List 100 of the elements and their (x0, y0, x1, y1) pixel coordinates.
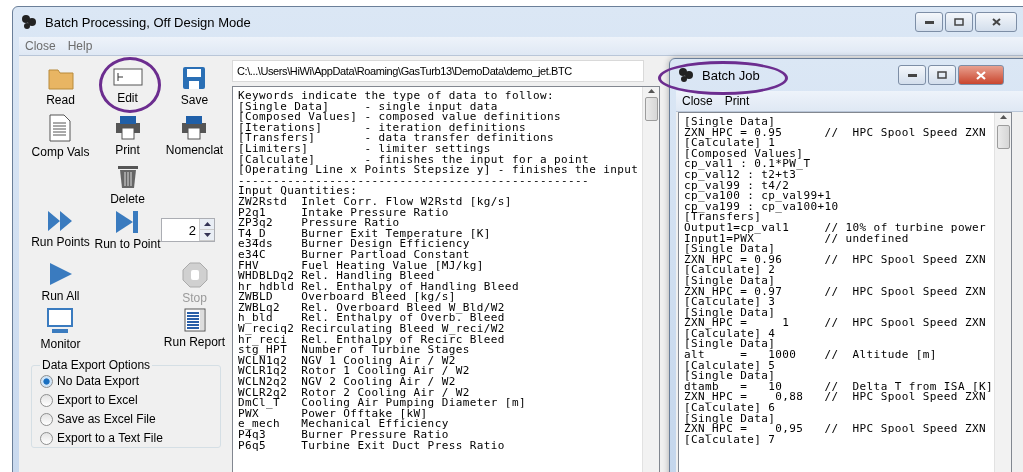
toolbar-button[interactable]: Delete (110, 161, 145, 208)
play-icon (48, 262, 73, 286)
group-title: Data Export Options (41, 358, 152, 372)
code-line: [Limiters] - limiter settings (238, 143, 492, 155)
code-line: WCLR2q2 Rotor 2 Cooling Air / W2 (238, 387, 470, 399)
scroll-thumb[interactable] (996, 125, 1010, 149)
code-line: [Transfers] - data transfer definitions (238, 133, 555, 144)
code-line: cp_val1 : 0.1*PW_T (684, 159, 812, 170)
code-line: -------------------------------------------------- (238, 175, 591, 187)
code-line: Input1=PWX // undefined (684, 233, 910, 245)
radio-option[interactable]: Export to Excel (40, 393, 212, 407)
text-editor[interactable] (232, 86, 660, 472)
maximize-button[interactable] (945, 12, 973, 32)
code-line: [Transfers] (684, 212, 762, 223)
menu-item[interactable]: Close (25, 39, 56, 53)
code-line: h_bld Rel. Enthalpy of Overb. Bleed (238, 313, 506, 325)
code-line: e34C Burner Partload Constant (238, 249, 471, 261)
code-line: ZXN_HPC = 1 // HPC Spool Speed ZXN (684, 318, 987, 329)
toolbar-button[interactable]: Run Report (163, 306, 226, 354)
code-line: [Single Data] (684, 275, 777, 287)
number-spinner[interactable]: 2 (161, 218, 215, 242)
code-line: ZW2Rstd Inlet Corr. Flow W2Rstd [kg/s] (238, 196, 513, 208)
toolbar-button[interactable]: Run to Point (94, 208, 161, 260)
file-path-field[interactable]: C:\...\Users\HiWi\AppData\Roaming\GasTurb13\DemoData\demo_jet.BTC (232, 60, 644, 82)
scroll-up-icon[interactable] (647, 89, 655, 93)
stop-hand-icon (181, 262, 208, 288)
code-line: [Calculate] 4 (684, 328, 777, 340)
spin-up-button[interactable] (200, 219, 214, 230)
code-line: [Single Data] (684, 244, 776, 255)
code-line: Keywords indicate the type of data to follow: (238, 91, 555, 102)
report-list-icon (183, 308, 206, 332)
folder-icon (47, 66, 74, 90)
toolbar-button[interactable]: Nomenclat (165, 112, 224, 161)
batch-text-view[interactable] (678, 112, 1012, 472)
code-line: [Composed Values] (684, 148, 804, 160)
menu-item[interactable]: Help (67, 39, 93, 53)
code-line: [Calculate] 6 (684, 403, 777, 414)
toolbar-button[interactable]: Comp Vals (31, 112, 90, 161)
code-line: W_reciq2 Recirculating Bleed W_reci/W2 (238, 324, 506, 335)
toolbar-button[interactable]: Run All (41, 260, 80, 306)
code-line: e34ds Burner Design Efficiency (238, 239, 471, 250)
toolbar-button[interactable]: Save (180, 64, 209, 112)
window-title: Batch Processing, Off Design Mode (45, 14, 251, 30)
code-line: cp_val12 : t2+t3 (684, 169, 797, 181)
maximize-button[interactable] (928, 65, 956, 85)
menu-item[interactable]: Close (682, 94, 713, 108)
code-line: [Calculate] 3 (684, 297, 777, 308)
close-window-button[interactable] (958, 65, 1004, 85)
code-line: ZXN_HPC = 0,88 // HPC Spool Speed ZXN (684, 392, 986, 404)
radio-option[interactable]: Save as Excel File (40, 412, 212, 426)
app-logo-icon (21, 14, 37, 30)
toolbar-button[interactable]: Edit (112, 64, 143, 112)
toolbar-button[interactable]: Monitor (40, 306, 81, 354)
minimize-button[interactable] (898, 65, 926, 85)
printer-icon (181, 114, 208, 140)
code-line: P4q3 Burner Pressure Ratio (238, 430, 450, 441)
code-line: [Calculate] 7 (684, 434, 776, 446)
spin-down-button[interactable] (200, 230, 214, 241)
minimize-button[interactable] (915, 12, 943, 32)
code-line: alt = 1000 // Altitude [m] (684, 350, 938, 361)
code-line: cp_va100 : cp_val99+1 (684, 191, 832, 202)
code-line: Input Quantities: (238, 186, 358, 197)
scrollbar[interactable] (642, 87, 659, 472)
code-line: cp_val99 : t4/2 (684, 180, 790, 192)
up-arrow-icon (203, 222, 211, 226)
code-line: stg_HPT Number of Turbine Stages (238, 345, 471, 356)
minimize-icon (907, 73, 917, 77)
toolbar-button[interactable]: Run Points (31, 208, 90, 260)
code-line: PWX Power Offtake [kW] (238, 408, 428, 420)
code-line: ZXN_HPC = 0,95 // HPC Spool Speed ZXN (684, 424, 987, 435)
code-line: hr_reci Rel. Enthalpy of Recirc Bleed (238, 334, 506, 346)
code-line: FHV Fuel Heating Value [MJ/kg] (238, 260, 485, 272)
spinner-value[interactable]: 2 (162, 219, 199, 241)
window-title: Batch Job (702, 67, 760, 83)
minimize-icon (924, 20, 934, 24)
code-line: ZXN_HPC = 0.95 // HPC Spool Speed ZXN (684, 127, 987, 139)
code-line: ZWBLq2 Rel. Overboard Bleed W_Bld/W2 (238, 302, 506, 314)
code-line: [Single Data] (684, 413, 776, 425)
close-icon (991, 18, 1001, 26)
monitor-icon (47, 308, 74, 334)
app-logo-icon (678, 67, 694, 83)
code-line: e_mech Mechanical Efficiency (238, 419, 450, 430)
trash-can-icon (116, 163, 139, 189)
toolbar-button[interactable]: Read (46, 64, 75, 112)
toolbar-button[interactable]: Print (114, 112, 141, 161)
close-icon (976, 70, 986, 80)
scroll-thumb[interactable] (644, 97, 658, 121)
code-line: Output1=cp_val1 // 10% of turbine power (684, 222, 987, 234)
close-window-button[interactable] (975, 12, 1017, 32)
code-line: T4_D Burner Exit Temperature [K] (238, 228, 492, 240)
code-line: WHDBLDq2 Rel. Handling Bleed (238, 271, 435, 282)
code-line: [Calculate] - finishes the input for a point (238, 154, 590, 166)
radio-option[interactable]: No Data Export (40, 374, 212, 388)
radio-option[interactable]: Export to a Text File (40, 431, 212, 445)
menu-item[interactable]: Print (724, 94, 750, 108)
code-line: [Operating Line x Points Stepsize y] - finishes the input (238, 165, 640, 176)
scroll-up-icon[interactable] (999, 115, 1007, 119)
code-line: ZWBLD Overboard Bleed [kg/s] (238, 292, 456, 303)
code-line: [Calculate] 2 (684, 265, 777, 276)
scrollbar[interactable] (994, 113, 1011, 472)
